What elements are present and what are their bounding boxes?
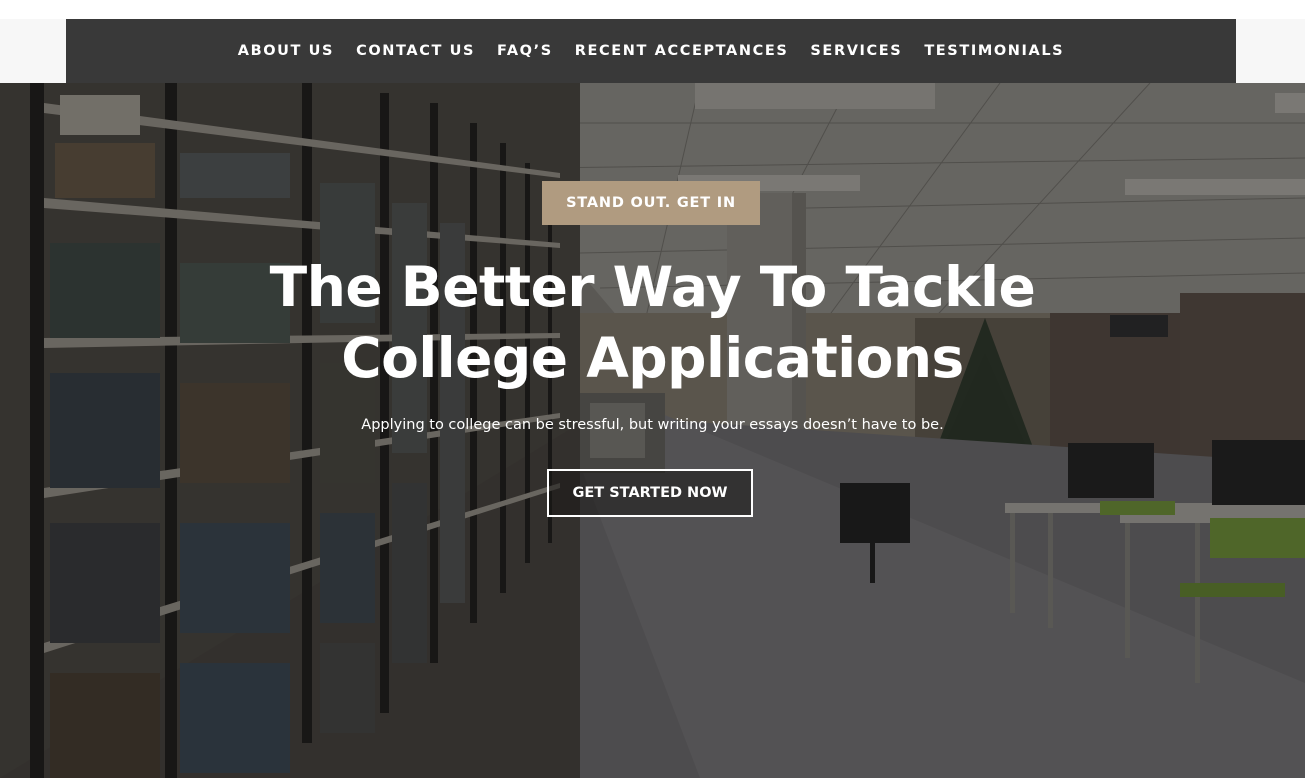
hero-headline-line-2: College Applications	[341, 326, 964, 390]
get-started-button[interactable]: GET STARTED NOW	[547, 469, 753, 517]
nav-item-testimonials[interactable]: TESTIMONIALS	[913, 43, 1075, 59]
nav-item-recent-acceptances[interactable]: RECENT ACCEPTANCES	[564, 43, 800, 59]
nav-item-contact-us[interactable]: CONTACT US	[345, 43, 486, 59]
hero-headline-line-1: The Better Way To Tackle	[269, 255, 1036, 319]
hero-headline: The Better Way To Tackle College Applica…	[150, 252, 1155, 394]
nav-list: ABOUT US CONTACT US FAQ’S RECENT ACCEPTA…	[227, 43, 1075, 59]
top-white-band	[0, 0, 1305, 19]
nav-item-faqs[interactable]: FAQ’S	[486, 43, 564, 59]
hero-subtext: Applying to college can be stressful, bu…	[361, 417, 944, 433]
landing-page: ABOUT US CONTACT US FAQ’S RECENT ACCEPTA…	[0, 0, 1305, 778]
hero-eyebrow-badge: STAND OUT. GET IN	[542, 181, 760, 225]
nav-item-about-us[interactable]: ABOUT US	[227, 43, 345, 59]
nav-item-services[interactable]: SERVICES	[799, 43, 913, 59]
main-navigation: ABOUT US CONTACT US FAQ’S RECENT ACCEPTA…	[66, 19, 1236, 83]
